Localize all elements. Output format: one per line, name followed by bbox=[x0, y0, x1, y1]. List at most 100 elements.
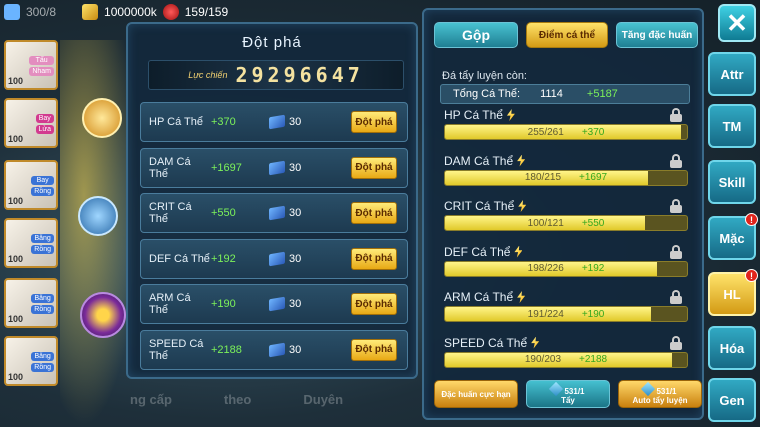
background-tabs: ng cấp theo Duyên bbox=[130, 392, 343, 407]
side-tab-attr[interactable]: Attr bbox=[708, 52, 756, 96]
lock-orb-icon[interactable] bbox=[78, 196, 118, 236]
hero-card[interactable]: 100 Bay Lửa bbox=[4, 98, 58, 148]
side-tab-label: Skill bbox=[718, 174, 746, 190]
breakthrough-button[interactable]: Đột phá bbox=[351, 156, 397, 179]
notification-badge: ! bbox=[745, 269, 758, 282]
breakthrough-button[interactable]: Đột phá bbox=[351, 293, 397, 315]
stat-value: 190/203 bbox=[524, 354, 562, 365]
breakthrough-row: ARM Cá Thể +190 30 Đột phá bbox=[140, 284, 408, 324]
panel-tabs: Gộp Điểm cá thể Tăng đặc huấn bbox=[434, 22, 698, 48]
scroll-count: 30 bbox=[289, 207, 302, 219]
hero-list: 100 Tấu Nham 100 Bay Lửa 100 Bay Rồng 100 Băng Rồng… bbox=[0, 38, 64, 427]
stat-bonus: +190 bbox=[211, 298, 236, 310]
notification-badge: ! bbox=[745, 213, 758, 226]
individual-stat: HP Cá Thể 255/261 +370 bbox=[444, 108, 688, 146]
hero-level: 100 bbox=[8, 254, 24, 264]
stat-plus: +550 bbox=[581, 217, 605, 229]
lock-icon[interactable] bbox=[670, 290, 682, 304]
hero-tag: Rồng bbox=[31, 305, 54, 314]
stat-plus: +1697 bbox=[579, 172, 608, 183]
side-tab-hl[interactable]: HL! bbox=[708, 269, 758, 316]
stat-progress-bar: 255/261 +370 bbox=[444, 124, 688, 140]
total-individual-box: Tổng Cá Thể: 1114 +5187 bbox=[440, 84, 690, 104]
lock-icon[interactable] bbox=[670, 153, 682, 168]
side-tab-gen[interactable]: Gen bbox=[708, 378, 756, 422]
hero-level: 100 bbox=[8, 196, 24, 206]
individual-points-panel: Gộp Điểm cá thể Tăng đặc huấn Đá tẩy luy… bbox=[422, 8, 704, 420]
equipment-orb-icon[interactable] bbox=[82, 98, 122, 138]
reroll-button[interactable]: 531/1 Tẩy bbox=[526, 380, 610, 408]
hero-card[interactable]: 100 Băng Rồng bbox=[4, 218, 58, 268]
combat-power-label: Lực chiến bbox=[188, 70, 228, 80]
stat-label: SPEED Cá Thể bbox=[444, 336, 688, 350]
hero-level: 100 bbox=[8, 372, 24, 382]
hero-card[interactable]: 100 Tấu Nham bbox=[4, 40, 58, 90]
stones-left-label: Đá tẩy luyện còn: bbox=[442, 70, 527, 82]
hero-tags: Tấu Nham bbox=[29, 56, 54, 76]
auto-count-line: 531/1 bbox=[641, 381, 677, 396]
attribute-wheel-icon[interactable] bbox=[80, 292, 126, 338]
stat-progress-bar: 198/226 +192 bbox=[444, 260, 688, 277]
scroll-icon bbox=[269, 114, 285, 130]
lock-icon[interactable] bbox=[670, 199, 682, 213]
stat-bonus: +192 bbox=[211, 252, 236, 265]
side-tab-tm[interactable]: TM bbox=[708, 104, 756, 148]
breakthrough-row: DEF Cá Thể +192 30 Đột phá bbox=[140, 238, 408, 279]
scroll-count: 30 bbox=[289, 252, 302, 265]
hero-tag: Bay bbox=[31, 176, 54, 185]
hero-card[interactable]: 100 Băng Rồng bbox=[4, 336, 58, 386]
stat-name: DAM Cá Thể bbox=[444, 153, 514, 168]
scroll-count: 30 bbox=[289, 116, 302, 128]
stat-plus: +370 bbox=[581, 126, 605, 138]
lightning-icon bbox=[517, 154, 526, 167]
hero-tags: Băng Rồng bbox=[31, 294, 54, 314]
hero-level: 100 bbox=[8, 314, 24, 324]
breakthrough-row: HP Cá Thể +370 30 Đột phá bbox=[140, 102, 408, 142]
hero-card[interactable]: 100 Băng Rồng bbox=[4, 278, 58, 328]
reroll-count: 531/1 bbox=[564, 386, 585, 396]
tab-individual-points[interactable]: Điểm cá thể bbox=[526, 22, 608, 48]
close-button[interactable]: ✕ bbox=[718, 4, 756, 42]
breakthrough-title: Đột phá bbox=[242, 34, 302, 51]
stat-name: DEF Cá Thể bbox=[444, 244, 511, 259]
stat-name: SPEED Cá Thể bbox=[149, 337, 204, 362]
scroll-count: 30 bbox=[289, 343, 302, 356]
breakthrough-button[interactable]: Đột phá bbox=[351, 111, 397, 133]
side-tab-skill[interactable]: Skill bbox=[708, 160, 756, 204]
lightning-icon bbox=[506, 109, 515, 121]
breakthrough-row: SPEED Cá Thể +2188 30 Đột phá bbox=[140, 329, 408, 370]
potion-icon bbox=[162, 4, 179, 20]
lock-icon[interactable] bbox=[670, 108, 682, 122]
hero-tag: Tấu bbox=[29, 56, 54, 65]
combat-power-value: 29296647 bbox=[235, 63, 364, 87]
scroll-icon bbox=[269, 160, 285, 175]
breakthrough-row: DAM Cá Thể +1697 30 Đột phá bbox=[140, 147, 408, 188]
stat-plus: +192 bbox=[581, 263, 605, 274]
auto-reroll-button[interactable]: 531/1 Auto tẩy luyện bbox=[618, 380, 702, 408]
gold-coin-icon bbox=[82, 4, 99, 20]
hero-card[interactable]: 100 Bay Rồng bbox=[4, 160, 58, 210]
potion-value: 159/159 bbox=[184, 5, 229, 19]
stat-bonus: +2188 bbox=[211, 343, 242, 356]
lock-icon[interactable] bbox=[670, 244, 682, 259]
scroll-count: 30 bbox=[289, 298, 302, 310]
breakthrough-button[interactable]: Đột phá bbox=[351, 202, 397, 224]
hero-tag: Bay bbox=[35, 114, 54, 123]
auto-reroll-label: Auto tẩy luyện bbox=[632, 395, 688, 405]
energy-value: 300/8 bbox=[26, 5, 57, 19]
hero-tag: Băng bbox=[31, 294, 54, 303]
extreme-training-button[interactable]: Đặc huấn cực hạn bbox=[434, 380, 518, 408]
stat-progress-text: 180/215 +1697 bbox=[445, 171, 687, 185]
lock-icon[interactable] bbox=[670, 335, 682, 350]
tab-merge[interactable]: Gộp bbox=[434, 22, 518, 48]
side-tab-label: HL bbox=[723, 286, 741, 302]
individual-stat: CRIT Cá Thể 100/121 +550 bbox=[444, 199, 688, 237]
tab-special-training[interactable]: Tăng đặc huấn bbox=[616, 22, 698, 48]
hero-tag: Rồng bbox=[31, 187, 54, 196]
side-tab-hóa[interactable]: Hóa bbox=[708, 326, 756, 370]
breakthrough-button[interactable]: Đột phá bbox=[351, 247, 397, 270]
individual-stat: SPEED Cá Thể 190/203 +2188 bbox=[444, 335, 688, 374]
side-tab-mặc[interactable]: Mặc! bbox=[708, 213, 758, 260]
breakthrough-button[interactable]: Đột phá bbox=[351, 338, 397, 361]
stat-name: DEF Cá Thể bbox=[149, 252, 210, 265]
